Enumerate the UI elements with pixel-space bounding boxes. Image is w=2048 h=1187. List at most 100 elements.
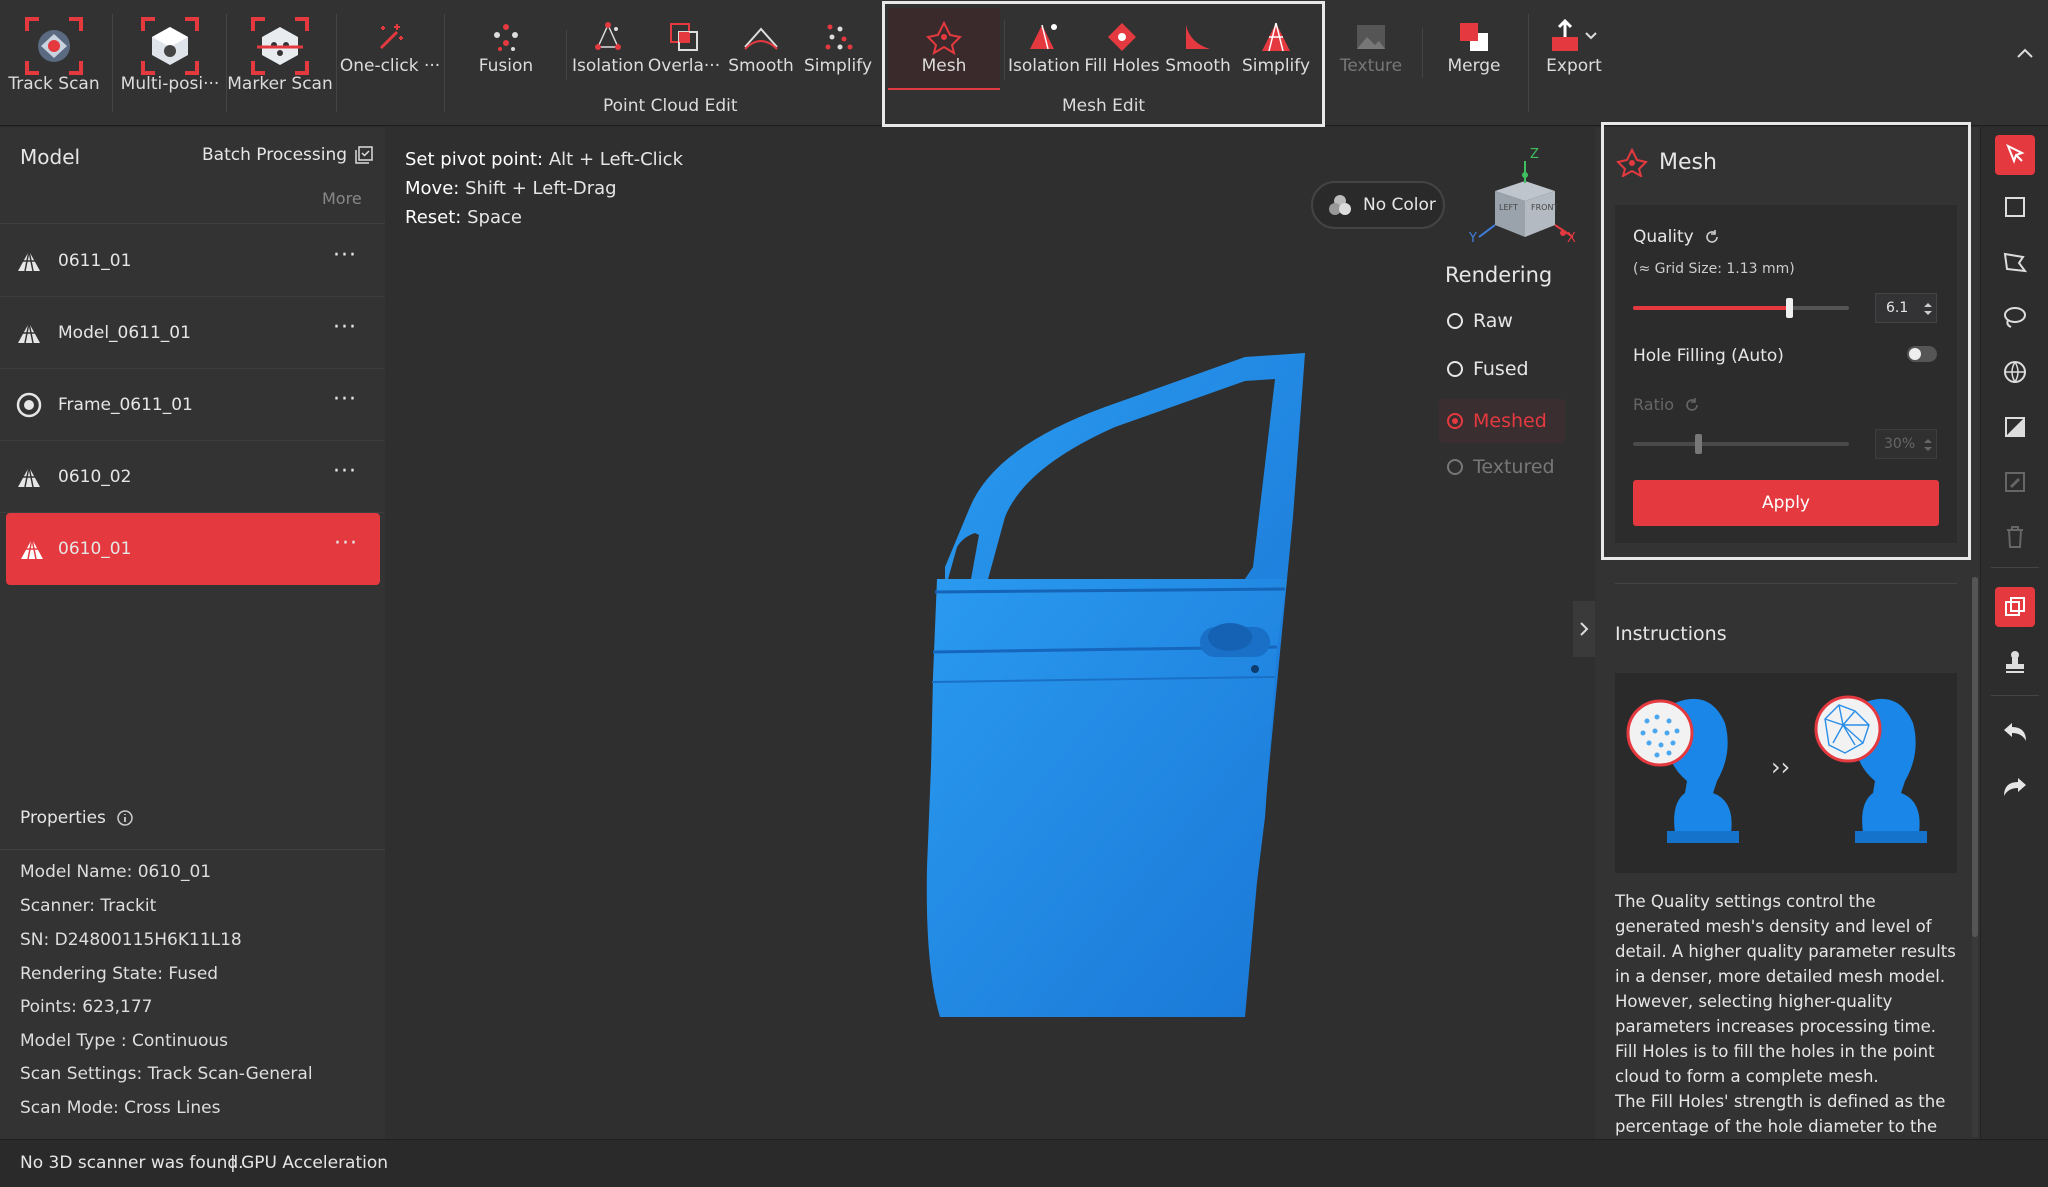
model-panel-title: Model	[20, 145, 81, 169]
batch-processing-button[interactable]: Batch Processing	[202, 145, 373, 165]
polygon-select-tool[interactable]	[1995, 242, 2035, 282]
multi-position-label: Multi-posi···	[120, 74, 220, 94]
model-name: Model_0611_01	[58, 322, 191, 343]
rectangle-select-tool[interactable]	[1995, 187, 2035, 227]
pc-simplify-button[interactable]: Simplify	[800, 0, 876, 126]
copy-tool[interactable]	[1995, 587, 2035, 627]
select-pointer-tool[interactable]	[1995, 135, 2035, 175]
no-color-toggle[interactable]: No Color	[1311, 181, 1445, 229]
mesh-panel-title: Mesh	[1659, 149, 1717, 175]
ratio-value-stepper[interactable]: 30%	[1875, 429, 1937, 459]
3d-viewport[interactable]: Set pivot point: Alt + Left-Click Move: …	[385, 127, 1595, 1139]
trash-icon	[2007, 526, 2023, 548]
scrollbar[interactable]	[1972, 577, 1978, 1137]
ratio-slider-thumb[interactable]	[1694, 434, 1702, 454]
quality-slider-thumb[interactable]	[1785, 298, 1793, 318]
batch-processing-icon	[355, 146, 373, 164]
lasso-select-tool[interactable]	[1995, 297, 2035, 337]
scrollbar-thumb[interactable]	[1972, 577, 1978, 937]
car-door-model[interactable]	[685, 347, 1645, 1047]
instructions-paragraph: The Fill Holes' strength is defined as t…	[1615, 1092, 1946, 1136]
property-scan-mode: Scan Mode: Cross Lines	[20, 1098, 221, 1118]
stamp-tool[interactable]	[1995, 642, 2035, 682]
mesh-settings-panel: Mesh Quality (≈ Grid Size: 1.13 mm) 6.1 …	[1595, 122, 1980, 1139]
model-row[interactable]: 0611_01 ···	[0, 225, 385, 297]
simplify-icon	[820, 18, 856, 56]
merge-button[interactable]: Merge	[1430, 0, 1518, 126]
hint-value: Alt + Left-Click	[548, 149, 684, 170]
ratio-slider[interactable]	[1633, 434, 1849, 454]
fusion-button[interactable]: Fusion	[466, 0, 546, 126]
texture-icon	[1353, 18, 1389, 56]
next-arrow-icon: ››	[1771, 753, 1791, 781]
more-options-icon[interactable]: ···	[333, 387, 357, 412]
axis-x-label: X	[1567, 231, 1576, 246]
hint-key: Set pivot point:	[405, 149, 544, 170]
model-row[interactable]: Frame_0611_01 ···	[0, 369, 385, 441]
erase-selection-tool[interactable]	[1995, 462, 2035, 502]
globe-select-icon	[2004, 361, 2026, 383]
batch-processing-label: Batch Processing	[202, 145, 348, 165]
hint-key: Reset:	[405, 207, 462, 228]
mesh-edit-highlight-frame	[882, 1, 1325, 127]
reset-icon[interactable]	[1704, 229, 1720, 245]
pc-simplify-label: Simplify	[803, 56, 873, 76]
axis-y-label: Y	[1469, 231, 1477, 246]
overlap-icon	[666, 18, 702, 56]
gpu-acceleration-status: | GPU Acceleration	[230, 1153, 389, 1173]
hint-row: Set pivot point: Alt + Left-Click	[405, 145, 683, 174]
fusion-icon	[488, 18, 524, 56]
one-click-label: One-click ···	[339, 56, 441, 76]
texture-button[interactable]: Texture	[1330, 0, 1412, 126]
marker-scan-button[interactable]: Marker Scan	[227, 0, 333, 126]
model-name: 0610_01	[58, 539, 132, 559]
merge-label: Merge	[1447, 56, 1501, 76]
collapse-toolbar-button[interactable]	[2012, 40, 2038, 66]
instructions-paragraph: The Quality settings control the generat…	[1615, 892, 1956, 1036]
more-options-icon[interactable]: ···	[333, 459, 357, 484]
instructions-text: The Quality settings control the generat…	[1615, 889, 1960, 1139]
apply-button[interactable]: Apply	[1633, 480, 1939, 526]
track-scan-button[interactable]: Track Scan	[0, 0, 108, 126]
more-options-icon[interactable]: ···	[333, 243, 357, 268]
track-scan-icon	[21, 17, 87, 75]
more-options-icon[interactable]: ···	[333, 315, 357, 340]
scanner-status: No 3D scanner was found.	[20, 1153, 244, 1173]
model-row[interactable]: 0610_02 ···	[0, 441, 385, 513]
lasso-icon	[2004, 307, 2026, 328]
quality-slider[interactable]	[1633, 298, 1849, 318]
hint-value: Space	[467, 207, 522, 228]
more-options-icon[interactable]: ···	[334, 531, 358, 556]
surface-select-tool[interactable]	[1995, 352, 2035, 392]
smooth-icon	[741, 18, 781, 56]
more-link[interactable]: More	[322, 189, 362, 208]
undo-button[interactable]	[1995, 712, 2035, 752]
hint-key: Move:	[405, 178, 460, 199]
redo-icon	[2004, 778, 2026, 796]
info-icon[interactable]	[116, 809, 134, 827]
quality-value-stepper[interactable]: 6.1	[1875, 293, 1937, 323]
property-scanner: Scanner: Trackit	[20, 896, 157, 916]
polygon-select-icon	[2003, 252, 2028, 273]
rendering-raw-option[interactable]: Raw	[1445, 307, 1565, 347]
hint-row: Move: Shift + Left-Drag	[405, 174, 683, 203]
delete-tool[interactable]	[1995, 517, 2035, 557]
property-points: Points: 623,177	[20, 997, 153, 1017]
one-click-button[interactable]: One-click ···	[340, 0, 440, 126]
invert-select-tool[interactable]	[1995, 407, 2035, 447]
multi-position-button[interactable]: Multi-posi···	[116, 0, 224, 126]
model-row[interactable]: Model_0611_01 ···	[0, 297, 385, 369]
chevron-up-icon	[2017, 48, 2033, 58]
property-scan-settings: Scan Settings: Track Scan-General	[20, 1064, 313, 1084]
redo-button[interactable]	[1995, 767, 2035, 807]
hole-filling-toggle[interactable]	[1907, 346, 1937, 362]
model-row-selected[interactable]: 0610_01 ···	[6, 513, 380, 585]
export-button[interactable]: Export	[1532, 0, 1616, 126]
divider	[1991, 567, 2039, 568]
property-sn: SN: D24800115H6K11L18	[20, 930, 242, 950]
radio-raw	[1447, 313, 1463, 329]
view-cube[interactable]: LEFT FRONT Z X Y	[1465, 147, 1576, 263]
overlap-label: Overla···	[647, 56, 721, 76]
stepper-arrows-icon[interactable]	[1924, 302, 1932, 316]
model-name: Frame_0611_01	[58, 394, 193, 415]
